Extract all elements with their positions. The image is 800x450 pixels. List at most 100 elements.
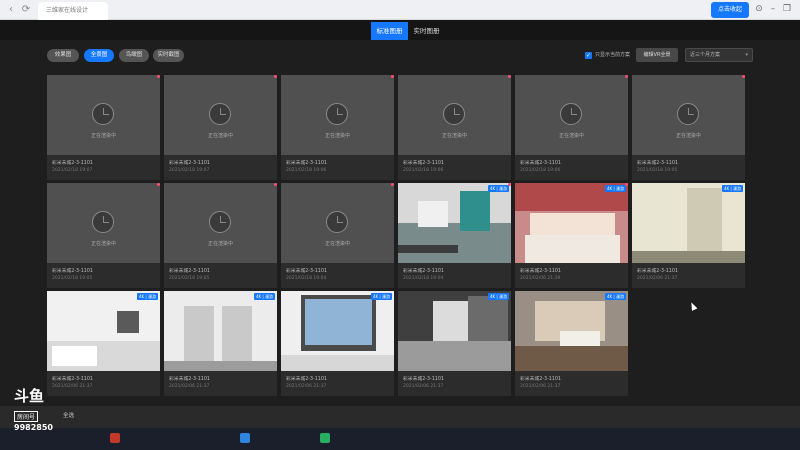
card-thumbnail[interactable]: 正在渲染中: [47, 75, 160, 155]
card-thumbnail[interactable]: 4K | 漫游: [47, 291, 160, 371]
quality-badge: 4K | 漫游: [721, 185, 743, 192]
filter-panorama[interactable]: 全景图: [84, 49, 114, 62]
card-date: 2021/02/06 21:37: [637, 276, 678, 281]
card-thumbnail[interactable]: 4K | 漫游: [515, 183, 628, 263]
refresh-icon[interactable]: ⟳: [19, 3, 33, 17]
card-thumbnail[interactable]: 4K | 漫游: [398, 183, 511, 263]
card-title: 彩米未城2-3-1101: [286, 269, 327, 274]
card-thumbnail[interactable]: 正在渲染中: [398, 75, 511, 155]
tab-standard-album[interactable]: 标准图册: [371, 22, 408, 40]
quality-badge: 4K | 漫游: [487, 185, 509, 192]
album-card[interactable]: 正在渲染中彩米未城2-3-1101 2021/02/18 19:06: [281, 75, 394, 180]
taskbar-app-icon[interactable]: [240, 433, 250, 443]
card-title: 彩米未城2-3-1101: [52, 377, 93, 382]
album-card[interactable]: 4K | 漫游彩米未城2-3-1101 2021/02/18 19:04: [398, 183, 511, 288]
clock-icon: [443, 103, 465, 125]
taskbar-app-icon[interactable]: [320, 433, 330, 443]
pending-label: 正在渲染中: [207, 133, 233, 139]
filter-screenshot[interactable]: 实时截图: [153, 49, 184, 62]
album-card[interactable]: 4K | 漫游 彩米未城2-3-1101 2021/02/06 21:37: [281, 291, 394, 396]
pending-label: 正在渲染中: [324, 133, 350, 139]
card-date: 2021/02/18 19:07: [169, 168, 210, 173]
status-dot: [157, 75, 160, 78]
bottom-bar: 全选: [0, 406, 800, 428]
card-date: 2021/02/18 19:04: [403, 276, 444, 281]
browser-tab[interactable]: 三维家在线设计: [38, 2, 108, 20]
card-title: 彩米未城2-3-1101: [169, 269, 210, 274]
card-thumbnail[interactable]: 正在渲染中: [47, 183, 160, 263]
quality-badge: 4K | 漫游: [604, 185, 626, 192]
minimize-icon[interactable]: –: [767, 3, 779, 15]
album-card[interactable]: 正在渲染中 彩米未城2-3-1101 2021/02/18 19:07: [47, 75, 160, 180]
card-title: 彩米未城2-3-1101: [52, 161, 93, 166]
render-image: [281, 291, 394, 371]
status-dot: [625, 75, 628, 78]
album-card[interactable]: 4K | 漫游彩米未城2-3-1101 2021/02/06 21:37: [398, 291, 511, 396]
edit-vr-button[interactable]: 编辑VR全景: [636, 48, 678, 62]
card-date: 2021/02/18 19:06: [286, 168, 327, 173]
card-title: 彩米未城2-3-1101: [637, 269, 678, 274]
clock-icon: [209, 103, 231, 125]
card-title: 彩米未城2-3-1101: [520, 269, 561, 274]
card-thumbnail[interactable]: 正在渲染中: [164, 183, 277, 263]
pending-label: 正在渲染中: [324, 241, 350, 247]
filter-rendering[interactable]: 效果图: [47, 49, 79, 62]
clock-icon: [92, 103, 114, 125]
range-select[interactable]: 近三个月方案 ▾: [685, 48, 753, 62]
card-thumbnail[interactable]: 正在渲染中: [515, 75, 628, 155]
tab-realtime-album[interactable]: 实时图册: [408, 22, 445, 40]
album-card[interactable]: 4K | 漫游彩米未城2-3-1101 2021/02/06 21:37: [164, 291, 277, 396]
stream-watermark: 斗鱼 房间号 9982850: [14, 388, 66, 433]
card-thumbnail[interactable]: 4K | 漫游: [515, 291, 628, 371]
album-card[interactable]: 4K | 漫游 彩米未城2-3-1101 2021/02/06 21:39: [515, 183, 628, 288]
album-card[interactable]: 正在渲染中 彩米未城2-3-1101 2021/02/18 19:05: [47, 183, 160, 288]
album-card[interactable]: 正在渲染中 彩米未城2-3-1101 2021/02/18 19:04: [281, 183, 394, 288]
card-date: 2021/02/06 21:37: [403, 384, 444, 389]
card-thumbnail[interactable]: 正在渲染中: [632, 75, 745, 155]
collapse-button[interactable]: 点击收起: [711, 2, 749, 18]
card-title: 彩米未城2-3-1101: [169, 377, 210, 382]
card-title: 彩米未城2-3-1101: [286, 161, 327, 166]
album-card[interactable]: 正在渲染中 彩米未城2-3-1101 2021/02/18 19:05: [632, 75, 745, 180]
card-title: 彩米未城2-3-1101: [403, 377, 444, 382]
back-icon[interactable]: ‹: [4, 3, 18, 17]
clock-icon: [677, 103, 699, 125]
status-dot: [391, 75, 394, 78]
pending-label: 正在渲染中: [207, 241, 233, 247]
card-thumbnail[interactable]: 4K | 漫游: [398, 291, 511, 371]
card-thumbnail[interactable]: 4K | 漫游: [281, 291, 394, 371]
card-title: 彩米未城2-3-1101: [403, 269, 444, 274]
quality-badge: 4K | 漫游: [136, 293, 158, 300]
quality-badge: 4K | 漫游: [604, 293, 626, 300]
clock-icon: [326, 103, 348, 125]
card-thumbnail[interactable]: 4K | 漫游: [164, 291, 277, 371]
album-card[interactable]: 4K | 漫游 彩米未城2-3-1101 2021/02/06 21:37: [47, 291, 160, 396]
album-card[interactable]: 4K | 漫游彩米未城2-3-1101 2021/02/06 21:37: [632, 183, 745, 288]
album-card[interactable]: 正在渲染中 彩米未城2-3-1101 2021/02/18 19:06: [398, 75, 511, 180]
card-thumbnail[interactable]: 正在渲染中: [164, 75, 277, 155]
quality-badge: 4K | 漫游: [253, 293, 275, 300]
album-card[interactable]: 正在渲染中 彩米未城2-3-1101 2021/02/18 19:06: [515, 75, 628, 180]
filter-aerial[interactable]: 鸟瞰图: [119, 49, 149, 62]
pending-label: 正在渲染中: [558, 133, 584, 139]
settings-icon[interactable]: ⊙: [753, 3, 765, 15]
status-dot: [508, 183, 511, 186]
restore-icon[interactable]: ❐: [781, 3, 793, 15]
only-current-checkbox[interactable]: ✓: [585, 52, 592, 59]
album-card[interactable]: 正在渲染中 彩米未城2-3-1101 2021/02/18 19:07: [164, 75, 277, 180]
card-date: 2021/02/06 21:37: [169, 384, 210, 389]
card-date: 2021/02/18 19:05: [169, 276, 210, 281]
pending-label: 正在渲染中: [90, 133, 116, 139]
card-thumbnail[interactable]: 正在渲染中: [281, 75, 394, 155]
card-thumbnail[interactable]: 4K | 漫游: [632, 183, 745, 263]
album-card[interactable]: 正在渲染中彩米未城2-3-1101 2021/02/18 19:05: [164, 183, 277, 288]
render-image: [515, 183, 628, 263]
quality-badge: 4K | 漫游: [487, 293, 509, 300]
app-window: ‹ ⟳ 三维家在线设计 点击收起 ⊙ – ❐ 标准图册 实时图册 效果图 全景图…: [0, 0, 800, 450]
taskbar-app-icon[interactable]: [110, 433, 120, 443]
card-title: 彩米未城2-3-1101: [520, 161, 561, 166]
album-card[interactable]: 4K | 漫游 彩米未城2-3-1101 2021/02/06 21:37: [515, 291, 628, 396]
pending-label: 正在渲染中: [441, 133, 467, 139]
card-thumbnail[interactable]: 正在渲染中: [281, 183, 394, 263]
card-title: 彩米未城2-3-1101: [403, 161, 444, 166]
